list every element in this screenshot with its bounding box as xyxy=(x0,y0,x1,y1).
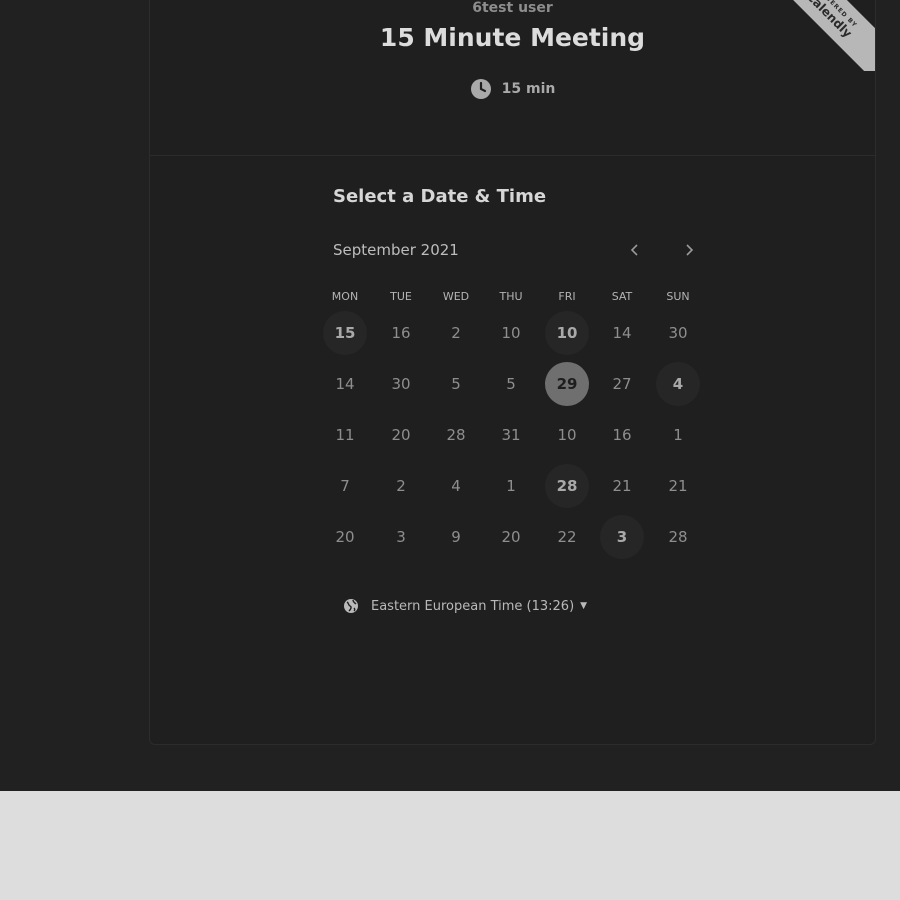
chevron-right-icon xyxy=(686,244,694,256)
calendar-day: 10 xyxy=(501,324,521,342)
weekday-label: THU xyxy=(499,290,523,303)
select-date-heading: Select a Date & Time xyxy=(333,186,547,207)
calendar-day: 1 xyxy=(506,477,516,495)
duration-label: 15 min xyxy=(501,81,556,97)
available-day[interactable]: 3 xyxy=(600,515,644,559)
calendar-day: 2 xyxy=(396,477,406,495)
caret-down-icon: ▼ xyxy=(580,601,588,611)
selected-day[interactable]: 29 xyxy=(545,362,589,406)
calendar-day: 4 xyxy=(451,477,461,495)
event-header: 6test user 15 Minute Meeting 15 min POWE… xyxy=(150,0,875,156)
calendar-day: 21 xyxy=(612,477,632,495)
clock-icon xyxy=(470,78,492,100)
weekday-label: FRI xyxy=(558,290,576,303)
calendar-day: 2 xyxy=(451,324,461,342)
month-label: September 2021 xyxy=(333,241,459,259)
calendar-day: 16 xyxy=(612,426,632,444)
calendar-day: 20 xyxy=(501,528,521,546)
available-day[interactable]: 15 xyxy=(323,311,367,355)
weekday-label: MON xyxy=(331,290,359,303)
timezone-label: Eastern European Time (13:26) xyxy=(371,598,575,614)
calendar-day: 16 xyxy=(391,324,411,342)
calendar-day: 20 xyxy=(391,426,411,444)
calendar-day: 5 xyxy=(451,375,461,393)
calendar-day: 22 xyxy=(557,528,577,546)
powered-by-ribbon[interactable]: POWERED BY Calendly xyxy=(759,0,875,71)
calendar-day: 27 xyxy=(612,375,632,393)
available-day[interactable]: 4 xyxy=(656,362,700,406)
calendar-day: 10 xyxy=(557,426,577,444)
booking-card: 6test user 15 Minute Meeting 15 min POWE… xyxy=(149,0,876,745)
weekday-label: SAT xyxy=(611,290,633,303)
calendar-day: 11 xyxy=(335,426,355,444)
calendar-day: 21 xyxy=(668,477,688,495)
previous-month-button[interactable] xyxy=(623,238,647,262)
event-duration: 15 min xyxy=(150,78,875,100)
calendar-day: 31 xyxy=(501,426,521,444)
calendar-day: 30 xyxy=(668,324,688,342)
chevron-left-icon xyxy=(630,244,638,256)
next-month-button[interactable] xyxy=(677,238,701,262)
calendar-day: 30 xyxy=(391,375,411,393)
weekday-label: WED xyxy=(442,290,470,303)
calendar-day: 20 xyxy=(335,528,355,546)
calendar-day: 7 xyxy=(340,477,350,495)
calendar-day: 28 xyxy=(446,426,466,444)
calendar-day: 1 xyxy=(673,426,683,444)
timezone-selector[interactable]: Eastern European Time (13:26) ▼ xyxy=(343,598,587,614)
calendar-day: 14 xyxy=(335,375,355,393)
available-day[interactable]: 28 xyxy=(545,464,589,508)
calendar-day: 5 xyxy=(506,375,516,393)
weekday-label: SUN xyxy=(666,290,690,303)
calendar-day: 9 xyxy=(451,528,461,546)
weekday-label: TUE xyxy=(390,290,412,303)
calendar-day: 14 xyxy=(612,324,632,342)
calendar-day: 28 xyxy=(668,528,688,546)
globe-icon xyxy=(343,598,359,614)
available-day[interactable]: 10 xyxy=(545,311,589,355)
calendar-day: 3 xyxy=(396,528,406,546)
